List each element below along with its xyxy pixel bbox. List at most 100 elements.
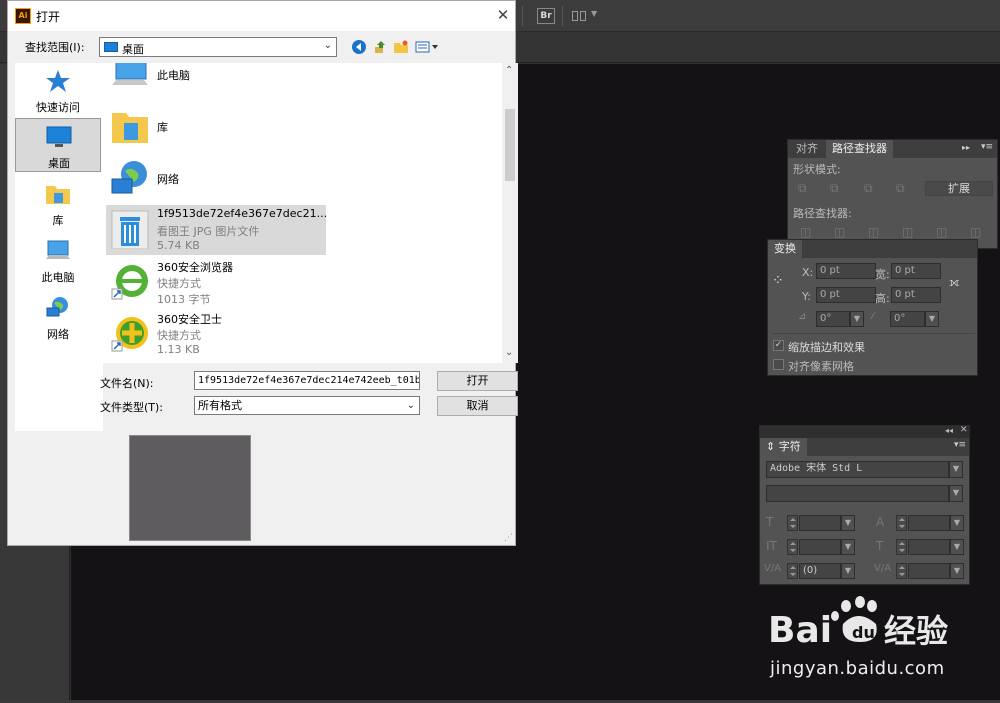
file-list[interactable]: 此电脑 库 网络 1f9513de72ef4e367e7dec21... 看图王… [102, 63, 518, 363]
panel-menu-icon[interactable]: ▾≡ [954, 440, 966, 450]
height-field[interactable]: 0 pt [891, 287, 941, 303]
open-button[interactable]: 打开 [437, 371, 518, 391]
places-bar: 快速访问 桌面 库 此电脑 网络 [15, 63, 103, 431]
kerning-stepper[interactable] [787, 563, 798, 579]
vertical-scale-dropdown[interactable]: ▼ [841, 539, 855, 555]
scroll-down-icon[interactable]: ⌄ [505, 347, 513, 358]
collapse-icon[interactable]: ▸▸ [962, 143, 970, 152]
leading-dropdown[interactable]: ▼ [950, 515, 964, 531]
tracking-stepper[interactable] [896, 563, 907, 579]
horizontal-scale-icon: T [876, 539, 884, 553]
panel-header: ◂◂ ✕ [760, 425, 969, 438]
shear-field[interactable]: 0° [890, 311, 925, 327]
exclude-icon[interactable]: ⧉ [896, 181, 905, 196]
font-family-dropdown[interactable]: ▼ [949, 461, 963, 478]
tab-transform[interactable]: 变换 [768, 240, 802, 258]
tracking-dropdown[interactable]: ▼ [950, 563, 964, 579]
minus-front-icon[interactable]: ⧉ [830, 181, 839, 196]
open-file-dialog: Ai 打开 ✕ 查找范围(I): 桌面 ⌄ 快速访问 桌面 库 此电脑 网络 此… [7, 0, 518, 546]
crop-icon[interactable]: ◫ [902, 225, 913, 239]
tab-align[interactable]: 对齐 [790, 140, 824, 158]
y-field[interactable]: 0 pt [816, 287, 876, 303]
arrange-documents-button[interactable]: ▼ [572, 9, 600, 23]
scroll-up-icon[interactable]: ⌃ [505, 65, 513, 76]
back-icon[interactable] [351, 39, 367, 55]
list-item[interactable]: 360安全浏览器 快捷方式 1013 字节 [106, 257, 326, 307]
resize-grip-icon[interactable]: ⋰ [504, 533, 513, 543]
place-this-pc[interactable]: 此电脑 [15, 233, 101, 287]
font-style-field[interactable] [766, 485, 949, 502]
width-field[interactable]: 0 pt [891, 263, 941, 279]
font-size-dropdown[interactable]: ▼ [841, 515, 855, 531]
filetype-dropdown[interactable]: 所有格式 ⌄ [194, 396, 420, 415]
list-item[interactable]: 此电脑 [106, 63, 326, 101]
leading-stepper[interactable] [896, 515, 907, 531]
view-menu-icon[interactable] [415, 39, 439, 55]
place-quick-access[interactable]: 快速访问 [15, 63, 101, 117]
merge-icon[interactable]: ◫ [868, 225, 879, 239]
trim-icon[interactable]: ◫ [834, 225, 845, 239]
reference-point-icon[interactable]: ⁘ [772, 273, 784, 289]
tab-pathfinder[interactable]: 路径查找器 [826, 140, 893, 158]
logo-text: Bai [768, 610, 832, 651]
unite-icon[interactable]: ⧉ [798, 181, 807, 196]
kerning-field[interactable]: (0) [799, 563, 841, 579]
list-item[interactable]: 1f9513de72ef4e367e7dec21... 看图王 JPG 图片文件… [106, 205, 327, 255]
place-desktop[interactable]: 桌面 [15, 118, 101, 172]
cancel-button[interactable]: 取消 [437, 396, 518, 416]
panel-menu-icon[interactable]: ▾≡ [981, 142, 993, 152]
toolbar-separator [562, 6, 563, 26]
outline-icon[interactable]: ◫ [936, 225, 947, 239]
library-folder-icon [46, 186, 70, 204]
height-label: 高: [875, 292, 890, 305]
place-network[interactable]: 网络 [15, 290, 101, 344]
vertical-scale-field[interactable] [799, 539, 841, 555]
leading-field[interactable] [908, 515, 950, 531]
filename-input[interactable]: 1f9513de72ef4e367e7dec214e742eeb_t01b [194, 371, 420, 390]
intersect-icon[interactable]: ⧉ [864, 181, 873, 196]
shear-dropdown[interactable]: ▼ [925, 311, 939, 327]
align-pixel-grid-checkbox[interactable] [773, 359, 784, 370]
divide-icon[interactable]: ◫ [800, 225, 811, 239]
scrollbar-thumb[interactable] [505, 109, 515, 181]
list-item[interactable]: 网络 [106, 155, 326, 205]
font-size-field[interactable] [799, 515, 841, 531]
file-size: 1013 字节 [157, 293, 211, 306]
close-icon[interactable]: ✕ [960, 425, 968, 435]
file-type: 看图王 JPG 图片文件 [157, 225, 260, 238]
horizontal-scale-field[interactable] [908, 539, 950, 555]
vertical-scale-stepper[interactable] [787, 539, 798, 555]
network-icon [46, 297, 68, 317]
horizontal-scale-stepper[interactable] [896, 539, 907, 555]
tab-character[interactable]: ⇕ 字符 [760, 438, 807, 456]
pathfinders-label: 路径查找器: [793, 207, 852, 220]
bridge-button[interactable]: Br [537, 8, 555, 24]
font-size-stepper[interactable] [787, 515, 798, 531]
file-type: 快捷方式 [157, 329, 201, 342]
illustrator-app-icon: Ai [15, 8, 31, 24]
expand-button[interactable]: 扩展 [925, 181, 993, 196]
minus-back-icon[interactable]: ◫ [970, 225, 981, 239]
up-folder-icon[interactable] [372, 39, 388, 55]
new-folder-icon[interactable] [393, 39, 409, 55]
kerning-dropdown[interactable]: ▼ [841, 563, 855, 579]
scale-strokes-checkbox[interactable]: ✓ [773, 340, 784, 351]
rotate-dropdown[interactable]: ▼ [850, 311, 864, 327]
watermark-url: jingyan.baidu.com [770, 658, 945, 679]
look-in-dropdown[interactable]: 桌面 ⌄ [99, 37, 337, 57]
horizontal-scale-dropdown[interactable]: ▼ [950, 539, 964, 555]
file-list-scrollbar[interactable]: ⌃ ⌄ [502, 63, 518, 363]
list-item[interactable]: 360安全卫士 快捷方式 1.13 KB [106, 309, 326, 359]
collapse-icon[interactable]: ◂◂ [945, 426, 953, 435]
tracking-field[interactable] [908, 563, 950, 579]
place-label: 库 [52, 214, 64, 227]
font-family-field[interactable]: Adobe 宋体 Std L [766, 461, 949, 478]
place-libraries[interactable]: 库 [15, 176, 101, 230]
file-name: 库 [157, 121, 168, 134]
close-button[interactable]: ✕ [492, 4, 514, 26]
x-field[interactable]: 0 pt [816, 263, 876, 279]
list-item[interactable]: 库 [106, 103, 326, 153]
font-style-dropdown[interactable]: ▼ [949, 485, 963, 502]
rotate-field[interactable]: 0° [816, 311, 850, 327]
constrain-proportions-icon[interactable]: ⟗ [949, 275, 960, 290]
